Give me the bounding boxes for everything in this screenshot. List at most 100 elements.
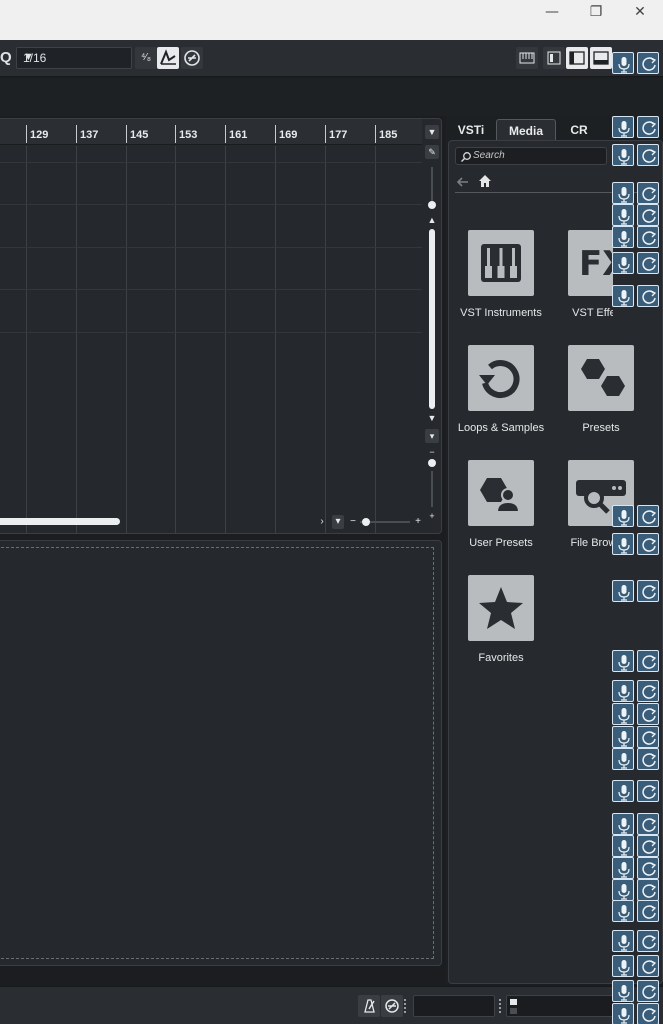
microphone-icon[interactable] — [612, 252, 634, 274]
scroll-thumb[interactable] — [429, 229, 435, 409]
user-presets-tile[interactable] — [468, 460, 534, 526]
refresh-icon[interactable] — [637, 900, 659, 922]
ruler[interactable]: 129 137 145 153 161 169 177 185 — [0, 119, 422, 145]
metronome-button[interactable] — [358, 995, 380, 1017]
chevron-down-icon[interactable]: ▾ — [332, 515, 344, 529]
home-icon[interactable] — [477, 173, 493, 189]
microphone-icon[interactable] — [612, 116, 634, 138]
chevron-down-icon[interactable]: ▾ — [425, 429, 439, 443]
refresh-icon[interactable] — [637, 505, 659, 527]
restore-button[interactable]: ❐ — [574, 0, 618, 24]
microphone-icon[interactable] — [612, 285, 634, 307]
plus-icon[interactable]: + — [412, 515, 424, 529]
tab-media[interactable]: Media — [496, 119, 556, 142]
refresh-icon[interactable] — [637, 226, 659, 248]
minimize-button[interactable]: — — [530, 0, 574, 24]
drag-handle[interactable] — [499, 999, 502, 1013]
minus-icon[interactable]: − — [348, 515, 358, 529]
refresh-icon[interactable] — [637, 835, 659, 857]
vst-effects-tile[interactable]: FX — [568, 230, 613, 296]
height-zoom-knob[interactable] — [428, 201, 436, 209]
iterative-quantize-button[interactable] — [181, 47, 203, 69]
microphone-icon[interactable] — [612, 835, 634, 857]
microphone-icon[interactable] — [612, 726, 634, 748]
refresh-icon[interactable] — [637, 879, 659, 901]
refresh-icon[interactable] — [637, 930, 659, 952]
microphone-icon[interactable] — [612, 580, 634, 602]
back-arrow-icon[interactable] — [455, 174, 471, 190]
microphone-icon[interactable] — [612, 703, 634, 725]
microphone-icon[interactable] — [612, 813, 634, 835]
keyboard-layout-button[interactable] — [516, 47, 538, 69]
left-panel-toggle[interactable] — [566, 47, 588, 69]
refresh-icon[interactable] — [637, 182, 659, 204]
microphone-icon[interactable] — [612, 204, 634, 226]
vst-instruments-tile[interactable] — [468, 230, 534, 296]
microphone-icon[interactable] — [612, 1003, 634, 1024]
chevron-down-icon[interactable]: ▼ — [425, 411, 439, 425]
loops-samples-tile[interactable] — [468, 345, 534, 411]
microphone-icon[interactable] — [612, 505, 634, 527]
microphone-icon[interactable] — [612, 900, 634, 922]
quantize-type-button[interactable]: ⁴⁄₈ — [135, 47, 157, 69]
refresh-icon[interactable] — [637, 204, 659, 226]
chevron-up-icon[interactable]: ▲ — [425, 213, 439, 227]
refresh-icon[interactable] — [637, 748, 659, 770]
refresh-icon[interactable] — [637, 52, 659, 74]
e-circle-button[interactable] — [381, 995, 403, 1017]
microphone-icon[interactable] — [612, 955, 634, 977]
favorites-tile[interactable] — [468, 575, 534, 641]
minus-icon[interactable]: − — [425, 445, 439, 459]
refresh-icon[interactable] — [637, 780, 659, 802]
time-display[interactable] — [413, 995, 495, 1017]
chevron-down-icon[interactable]: ▼ — [425, 125, 439, 139]
microphone-icon[interactable] — [612, 857, 634, 879]
microphone-icon[interactable] — [612, 748, 634, 770]
microphone-icon[interactable] — [612, 182, 634, 204]
drop-zone[interactable] — [0, 547, 434, 959]
microphone-icon[interactable] — [612, 144, 634, 166]
microphone-icon[interactable] — [612, 52, 634, 74]
refresh-icon[interactable] — [637, 533, 659, 555]
tab-vsti[interactable]: VSTi — [452, 119, 490, 142]
left-zone-button[interactable] — [543, 47, 565, 69]
refresh-icon[interactable] — [637, 252, 659, 274]
drag-handle[interactable] — [404, 999, 407, 1013]
snap-grid-button[interactable] — [157, 47, 179, 69]
microphone-icon[interactable] — [612, 650, 634, 672]
microphone-icon[interactable] — [612, 680, 634, 702]
horizontal-scrollbar[interactable]: › ▾ − + — [0, 515, 440, 529]
refresh-icon[interactable] — [637, 703, 659, 725]
refresh-icon[interactable] — [637, 144, 659, 166]
event-grid[interactable] — [0, 146, 422, 533]
zoom-knob[interactable] — [362, 518, 370, 526]
refresh-icon[interactable] — [637, 813, 659, 835]
refresh-icon[interactable] — [637, 650, 659, 672]
pencil-icon[interactable]: ✎ — [425, 145, 439, 159]
refresh-icon[interactable] — [637, 980, 659, 1002]
microphone-icon[interactable] — [612, 930, 634, 952]
microphone-icon[interactable] — [612, 533, 634, 555]
refresh-icon[interactable] — [637, 116, 659, 138]
scroll-thumb[interactable] — [0, 518, 120, 525]
microphone-icon[interactable] — [612, 780, 634, 802]
microphone-icon[interactable] — [612, 879, 634, 901]
zoom-knob[interactable] — [428, 459, 436, 467]
microphone-icon[interactable] — [612, 980, 634, 1002]
microphone-icon[interactable] — [612, 226, 634, 248]
refresh-icon[interactable] — [637, 285, 659, 307]
refresh-icon[interactable] — [637, 680, 659, 702]
vertical-scrollbar[interactable]: ▼ ✎ ▲ ▼ ▾ − + — [425, 125, 439, 521]
quantize-preset-select[interactable]: 1/16 ▼ — [16, 47, 132, 69]
search-input[interactable]: Search — [455, 147, 607, 165]
chevron-right-icon[interactable]: › — [316, 515, 328, 529]
refresh-icon[interactable] — [637, 955, 659, 977]
close-button[interactable]: ✕ — [618, 0, 662, 24]
lower-zone-toggle[interactable] — [590, 47, 612, 69]
refresh-icon[interactable] — [637, 726, 659, 748]
refresh-icon[interactable] — [637, 857, 659, 879]
presets-tile[interactable] — [568, 345, 634, 411]
tab-cr[interactable]: CR — [562, 119, 596, 142]
refresh-icon[interactable] — [637, 1003, 659, 1024]
refresh-icon[interactable] — [637, 580, 659, 602]
